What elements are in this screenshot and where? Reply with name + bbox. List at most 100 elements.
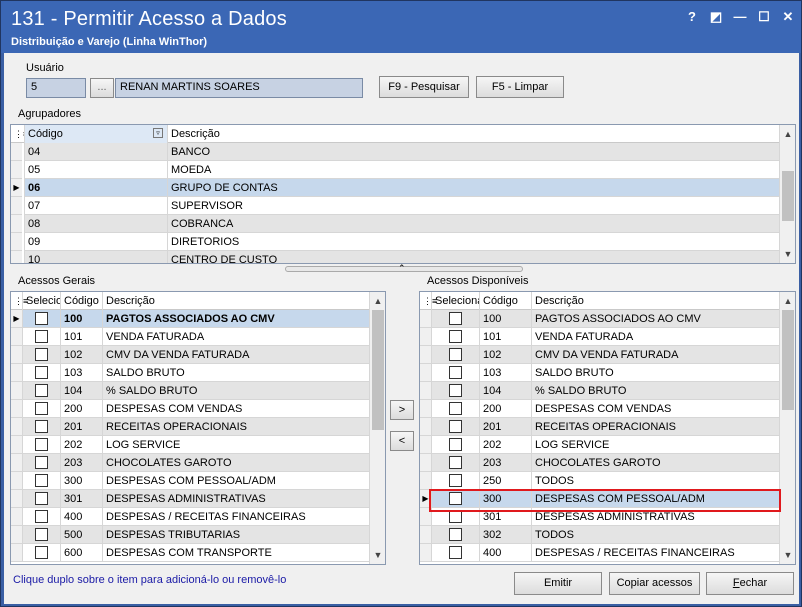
table-row[interactable]: 202 LOG SERVICE	[11, 436, 370, 454]
table-row[interactable]: 203 CHOCOLATES GAROTO	[420, 454, 780, 472]
scroll-thumb[interactable]	[782, 310, 794, 410]
scroll-thumb[interactable]	[782, 171, 794, 221]
table-row[interactable]: 08 COBRANCA	[11, 215, 779, 233]
table-row[interactable]: 201 RECEITAS OPERACIONAIS	[11, 418, 370, 436]
scroll-up-icon[interactable]: ▲	[780, 294, 795, 308]
table-row[interactable]: ▶ 06 GRUPO DE CONTAS	[11, 179, 779, 197]
scroll-thumb[interactable]	[372, 310, 384, 430]
table-row[interactable]: 101 VENDA FATURADA	[11, 328, 370, 346]
table-row[interactable]: 103 SALDO BRUTO	[420, 364, 780, 382]
table-row[interactable]: 400 DESPESAS / RECEITAS FINANCEIRAS	[11, 508, 370, 526]
select-checkbox[interactable]	[449, 420, 462, 433]
table-row[interactable]: 05 MOEDA	[11, 161, 779, 179]
scroll-down-icon[interactable]: ▼	[370, 548, 385, 562]
select-checkbox[interactable]	[35, 402, 48, 415]
header-descricao[interactable]: Descrição	[167, 125, 779, 143]
column-chooser-icon[interactable]: ⋮≡	[11, 292, 28, 310]
select-checkbox[interactable]	[35, 510, 48, 523]
select-checkbox[interactable]	[449, 402, 462, 415]
select-checkbox[interactable]	[449, 312, 462, 325]
fechar-button[interactable]: Fechar	[706, 572, 794, 595]
minimize-icon[interactable]: —	[733, 9, 747, 25]
table-row[interactable]: 201 RECEITAS OPERACIONAIS	[420, 418, 780, 436]
header-descricao[interactable]: Descrição	[102, 292, 370, 310]
table-row[interactable]: ▶ 100 PAGTOS ASSOCIADOS AO CMV	[11, 310, 370, 328]
select-checkbox[interactable]	[35, 312, 48, 325]
select-checkbox[interactable]	[449, 474, 462, 487]
table-row[interactable]: 600 DESPESAS COM TRANSPORTE	[11, 544, 370, 562]
table-row[interactable]: 302 TODOS	[420, 526, 780, 544]
scroll-down-icon[interactable]: ▼	[780, 247, 795, 261]
select-checkbox[interactable]	[35, 420, 48, 433]
select-checkbox[interactable]	[35, 528, 48, 541]
select-checkbox[interactable]	[449, 546, 462, 559]
splitter-handle[interactable]: ⌃	[285, 263, 523, 273]
help-icon[interactable]: ?	[685, 9, 699, 25]
select-checkbox[interactable]	[449, 330, 462, 343]
acessos-gerais-scrollbar[interactable]: ▲ ▼	[369, 292, 385, 564]
close-icon[interactable]: ✕	[781, 9, 795, 25]
select-checkbox[interactable]	[449, 366, 462, 379]
agrupadores-scrollbar[interactable]: ▲ ▼	[779, 125, 795, 263]
acessos-disponiveis-scrollbar[interactable]: ▲ ▼	[779, 292, 795, 564]
cell-codigo: 05	[24, 161, 167, 179]
select-checkbox[interactable]	[449, 348, 462, 361]
select-checkbox[interactable]	[35, 474, 48, 487]
table-row[interactable]: 07 SUPERVISOR	[11, 197, 779, 215]
table-row[interactable]: 100 PAGTOS ASSOCIADOS AO CMV	[420, 310, 780, 328]
column-chooser-icon[interactable]: ⋮≡	[420, 292, 437, 310]
table-row[interactable]: 104% SALDO BRUTO	[11, 382, 370, 400]
scroll-down-icon[interactable]: ▼	[780, 548, 795, 562]
select-checkbox[interactable]	[449, 456, 462, 469]
select-checkbox[interactable]	[35, 366, 48, 379]
select-checkbox[interactable]	[35, 438, 48, 451]
usuario-lookup-button[interactable]: ...	[90, 78, 114, 98]
maximize-icon[interactable]: ☐	[757, 9, 771, 25]
restore-icon[interactable]: ◩	[709, 9, 723, 25]
select-checkbox[interactable]	[449, 438, 462, 451]
table-row[interactable]: 250 TODOS	[420, 472, 780, 490]
table-row[interactable]: 09 DIRETORIOS	[11, 233, 779, 251]
table-row[interactable]: 500 DESPESAS TRIBUTARIAS	[11, 526, 370, 544]
table-row[interactable]: 202 LOG SERVICE	[420, 436, 780, 454]
table-row[interactable]: 200 DESPESAS COM VENDAS	[11, 400, 370, 418]
select-checkbox[interactable]	[35, 330, 48, 343]
table-row[interactable]: 300 DESPESAS COM PESSOAL/ADM	[11, 472, 370, 490]
table-row[interactable]: 101 VENDA FATURADA	[420, 328, 780, 346]
header-descricao[interactable]: Descrição	[531, 292, 780, 310]
copiar-acessos-button[interactable]: Copiar acessos	[609, 572, 700, 595]
select-checkbox[interactable]	[35, 546, 48, 559]
table-row[interactable]: 104% SALDO BRUTO	[420, 382, 780, 400]
table-row[interactable]: 102 CMV DA VENDA FATURADA	[11, 346, 370, 364]
header-seleciona[interactable]: Selecio	[22, 292, 60, 310]
scroll-up-icon[interactable]: ▲	[780, 127, 795, 141]
table-row[interactable]: 04 BANCO	[11, 143, 779, 161]
table-row[interactable]: 10 CENTRO DE CUSTO	[11, 251, 779, 263]
table-row[interactable]: 103 SALDO BRUTO	[11, 364, 370, 382]
table-row[interactable]: 203 CHOCOLATES GAROTO	[11, 454, 370, 472]
table-row[interactable]: 200 DESPESAS COM VENDAS	[420, 400, 780, 418]
clear-button[interactable]: F5 - Limpar	[476, 76, 564, 98]
column-chooser-icon[interactable]: ⋮≡	[11, 125, 28, 143]
row-indicator	[420, 436, 431, 454]
select-checkbox[interactable]	[35, 492, 48, 505]
select-checkbox[interactable]	[449, 384, 462, 397]
search-button[interactable]: F9 - Pesquisar	[379, 76, 469, 98]
add-access-button[interactable]: >	[390, 400, 414, 420]
usuario-code-field[interactable]: 5	[26, 78, 86, 98]
scroll-up-icon[interactable]: ▲	[370, 294, 385, 308]
select-checkbox[interactable]	[35, 348, 48, 361]
remove-access-button[interactable]: <	[390, 431, 414, 451]
header-codigo[interactable]: Código	[24, 125, 167, 143]
select-checkbox[interactable]	[35, 456, 48, 469]
table-row[interactable]: 301 DESPESAS ADMINISTRATIVAS	[11, 490, 370, 508]
table-row[interactable]: 102 CMV DA VENDA FATURADA	[420, 346, 780, 364]
header-codigo[interactable]: Código	[479, 292, 531, 310]
header-seleciona[interactable]: Seleciona	[431, 292, 479, 310]
select-checkbox[interactable]	[449, 528, 462, 541]
emitir-button[interactable]: Emitir	[514, 572, 602, 595]
header-codigo[interactable]: Código	[60, 292, 102, 310]
table-row[interactable]: 400 DESPESAS / RECEITAS FINANCEIRAS	[420, 544, 780, 562]
filter-icon[interactable]: ▿	[153, 128, 163, 138]
select-checkbox[interactable]	[35, 384, 48, 397]
